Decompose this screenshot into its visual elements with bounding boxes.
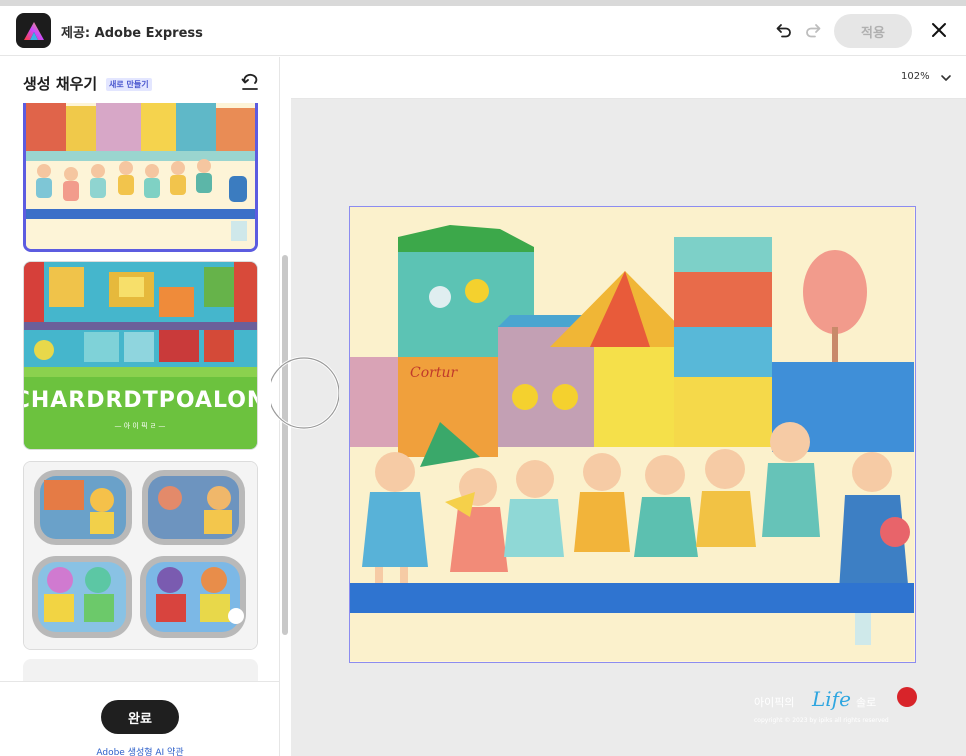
zoom-level[interactable]: 102% bbox=[901, 71, 930, 82]
undo-button[interactable] bbox=[772, 18, 796, 42]
brush-cursor-icon bbox=[271, 356, 339, 430]
redo-icon bbox=[806, 24, 821, 38]
apply-button[interactable]: 적용 bbox=[834, 14, 912, 48]
variation-thumbnail-4[interactable] bbox=[23, 659, 258, 681]
watermark: 아이픽의 Life 솔로 copyright © 2023 by ipiks a… bbox=[752, 682, 922, 732]
panel-undo-icon bbox=[241, 73, 258, 90]
zoom-dropdown-button[interactable] bbox=[939, 70, 953, 84]
panel-footer: 완료 Adobe 생성형 AI 약관 bbox=[0, 681, 279, 756]
chevron-down-icon bbox=[941, 75, 951, 81]
artwork-canvas[interactable]: Cortur bbox=[349, 206, 916, 663]
watermark-suffix: 솔로 bbox=[856, 696, 876, 709]
svg-text:Cortur: Cortur bbox=[410, 365, 458, 381]
watermark-korean: 아이픽의 bbox=[754, 696, 794, 709]
zoom-bar: 102% bbox=[291, 57, 966, 99]
dialog-title: 제공: Adobe Express bbox=[61, 26, 203, 41]
variation-thumbnail-2[interactable]: CHARDRDTPOALON — 아 이 픽 ㄹ — bbox=[23, 261, 258, 450]
ai-terms-link[interactable]: Adobe 생성형 AI 약관 bbox=[0, 745, 280, 756]
canvas-area: 102% Cortur bbox=[291, 57, 966, 756]
undo-icon bbox=[776, 24, 791, 38]
thumbnail-art-caption: CHARDRDTPOALON bbox=[24, 388, 257, 413]
panel-title: 생성 채우기 bbox=[23, 75, 98, 93]
close-icon bbox=[932, 23, 946, 37]
panel-scrollbar[interactable] bbox=[282, 255, 288, 635]
watermark-copyright: copyright © 2023 by ipiks all rights res… bbox=[754, 717, 889, 724]
dialog-header: 제공: Adobe Express 적용 bbox=[0, 6, 966, 56]
variation-thumbnail-3[interactable] bbox=[23, 461, 258, 650]
generative-fill-panel: 생성 채우기 새로 만들기 CHARDRDTPOALON — 아 이 픽 ㄹ —… bbox=[0, 57, 280, 756]
panel-undo-button[interactable] bbox=[240, 73, 260, 93]
thumbnail-art-subcaption: — 아 이 픽 ㄹ — bbox=[115, 421, 166, 430]
adobe-express-logo-icon bbox=[16, 13, 51, 48]
done-button[interactable]: 완료 bbox=[101, 700, 179, 734]
watermark-life: Life bbox=[811, 687, 851, 711]
panel-header: 생성 채우기 새로 만들기 bbox=[0, 57, 279, 103]
new-badge: 새로 만들기 bbox=[106, 78, 152, 91]
variation-thumbnail-1[interactable] bbox=[23, 103, 258, 252]
close-button[interactable] bbox=[927, 18, 951, 42]
variation-list: CHARDRDTPOALON — 아 이 픽 ㄹ — bbox=[0, 103, 279, 681]
generative-fill-dialog: 제공: Adobe Express 적용 생성 채우기 새로 만들기 CHARD… bbox=[0, 6, 966, 756]
redo-button[interactable] bbox=[801, 18, 825, 42]
